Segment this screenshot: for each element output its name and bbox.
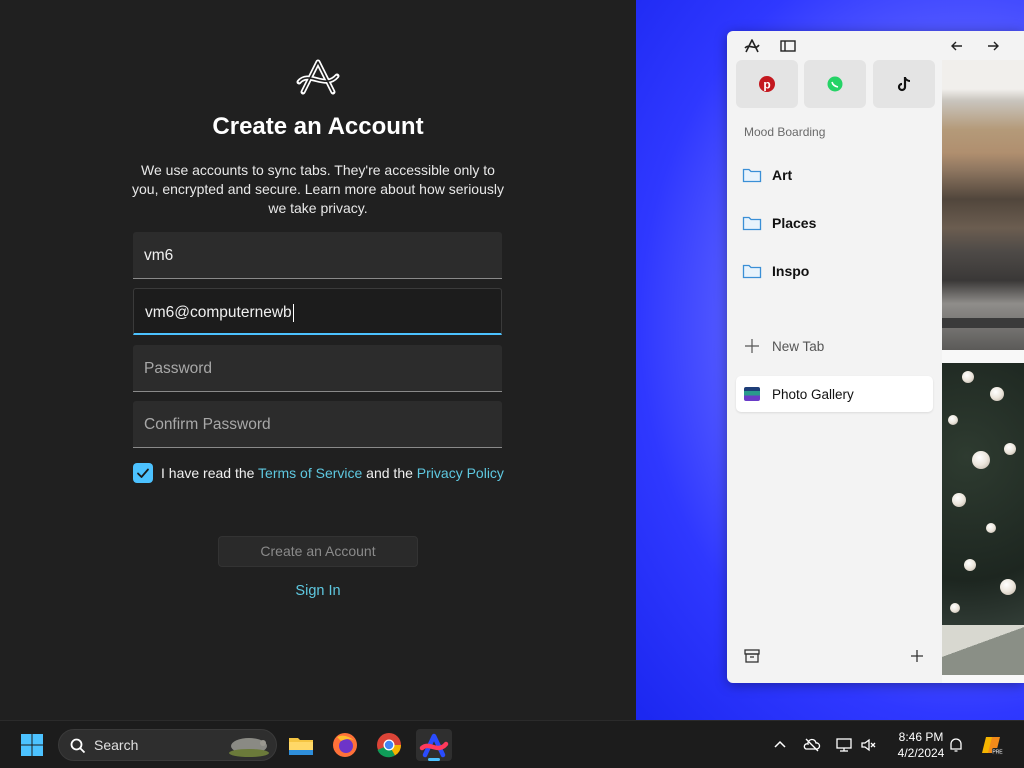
privacy-policy-link[interactable]: Privacy Policy: [417, 465, 504, 481]
checkmark-icon: [137, 468, 149, 478]
arc-menu-icon[interactable]: [743, 37, 761, 55]
search-icon: [70, 738, 86, 754]
folder-icon: [742, 168, 762, 183]
name-field-value: vm6: [144, 247, 174, 264]
firefox-icon[interactable]: [329, 729, 361, 761]
tab-label: Photo Gallery: [772, 387, 854, 402]
terms-agreement: I have read the Terms of Service and the…: [161, 465, 504, 481]
folder-label: Inspo: [772, 263, 810, 279]
email-field[interactable]: vm6@computernewb: [133, 288, 502, 335]
text-caret: [292, 303, 294, 322]
clock-date: 4/2/2024: [897, 746, 945, 760]
svg-text:p: p: [763, 78, 770, 92]
terms-of-service-link[interactable]: Terms of Service: [258, 465, 362, 481]
password-field[interactable]: Password: [133, 345, 502, 392]
sidebar-toggle-icon[interactable]: [779, 37, 797, 55]
tiktok-icon: [897, 77, 911, 92]
create-account-button[interactable]: Create an Account: [218, 536, 418, 567]
volume-muted-icon[interactable]: [860, 736, 878, 754]
taskbar: Search 8:46 PM 4/2/2024 PRE: [0, 720, 1024, 768]
confirm-password-field[interactable]: Confirm Password: [133, 401, 502, 448]
hanging-lights-photo: [942, 363, 1024, 675]
folder-inspo[interactable]: Inspo: [742, 257, 932, 285]
whatsapp-icon: [827, 76, 843, 92]
folder-label: Places: [772, 215, 817, 231]
confirm-password-placeholder: Confirm Password: [144, 416, 271, 433]
page-title: Create an Account: [212, 113, 424, 140]
favorite-whatsapp[interactable]: [804, 60, 866, 108]
start-icon[interactable]: [16, 729, 48, 761]
agree-text-mid: and the: [362, 465, 417, 481]
new-tab-button[interactable]: New Tab: [742, 334, 932, 358]
favorite-tiktok[interactable]: [873, 60, 935, 108]
active-app-indicator: [428, 758, 440, 761]
space-label: Mood Boarding: [744, 125, 826, 139]
tab-favicon: [744, 387, 760, 401]
sign-in-link[interactable]: Sign In: [0, 583, 636, 599]
favorite-pinterest[interactable]: p: [736, 60, 798, 108]
chevron-up-icon[interactable]: [771, 736, 789, 754]
aerial-beach-photo: [942, 60, 1024, 350]
tab-photo-gallery[interactable]: Photo Gallery: [736, 376, 933, 412]
pinterest-icon: p: [759, 76, 775, 92]
svg-text:PRE: PRE: [992, 750, 1003, 756]
arc-taskbar-button[interactable]: [416, 729, 452, 761]
search-label: Search: [94, 737, 139, 753]
arc-logo-icon: [296, 59, 340, 95]
archive-icon[interactable]: [743, 647, 761, 665]
folder-places[interactable]: Places: [742, 209, 932, 237]
password-placeholder: Password: [144, 360, 213, 377]
agree-text: I have read the: [161, 465, 259, 481]
taskbar-search[interactable]: Search: [58, 729, 277, 761]
signup-panel: Create an Account We use accounts to syn…: [0, 0, 636, 720]
folder-icon: [742, 264, 762, 279]
folder-icon: [742, 216, 762, 231]
system-clock[interactable]: 8:46 PM 4/2/2024: [886, 729, 956, 761]
arc-icon: [419, 733, 449, 758]
back-arrow-icon[interactable]: [948, 37, 966, 55]
browser-window: p Mood Boarding Art Places Inspo New Tab…: [727, 31, 1024, 683]
onedrive-offline-icon[interactable]: [803, 736, 821, 754]
chrome-icon[interactable]: [373, 729, 405, 761]
file-explorer-icon[interactable]: [285, 729, 317, 761]
email-field-value: vm6@computernewb: [145, 304, 292, 321]
description-text: We use accounts to sync tabs. They're ac…: [132, 162, 504, 216]
name-field[interactable]: vm6: [133, 232, 502, 279]
plus-icon: [745, 339, 759, 353]
forward-arrow-icon[interactable]: [984, 37, 1002, 55]
clock-time: 8:46 PM: [898, 730, 944, 744]
new-tab-label: New Tab: [772, 339, 825, 354]
page-content: [942, 60, 1024, 683]
copilot-icon[interactable]: PRE: [980, 733, 1004, 757]
add-icon[interactable]: [908, 647, 926, 665]
folder-art[interactable]: Art: [742, 161, 932, 189]
search-highlight-icon: [229, 738, 269, 757]
terms-checkbox[interactable]: [133, 463, 153, 483]
folder-label: Art: [772, 167, 793, 183]
notification-bell-icon[interactable]: [947, 736, 965, 754]
network-icon[interactable]: [835, 736, 853, 754]
